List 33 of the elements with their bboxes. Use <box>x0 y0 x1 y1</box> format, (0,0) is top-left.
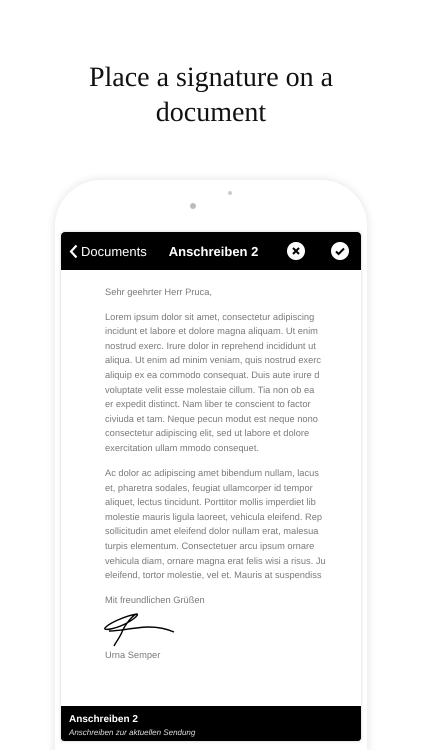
signature-drawing <box>104 613 175 647</box>
body-text-line: vehicula diam, ornare magna erat felis wisi a risus. Ju <box>105 554 327 568</box>
body-text-line: consectetur adipiscing elit, sed ut labore et dolore <box>105 427 310 440</box>
body-text-line: incidunt et labore et dolore magna aliquam. Ut enim <box>105 325 319 338</box>
closing-text: Mit freundlichen Grüßen <box>105 594 206 608</box>
card-title: Anschreiben 2 <box>69 713 139 727</box>
camera-dot <box>190 203 196 209</box>
body-text-line: Lorem ipsum dolor sit amet, consectetur adipiscing <box>105 310 316 324</box>
document-title: Anschreiben 2 <box>168 244 260 258</box>
body-text-line: voluptate velit esse molestaie cillum. Tia non ob ea <box>105 384 316 397</box>
body-text-line: civiuda et tam. Neque pecun modut est neque nono <box>105 412 319 426</box>
body-text-line: turpis elementum. Consectetuer arcu ipsum ornare <box>105 540 316 553</box>
body-text-line: aliquip ex ea commodo consequat. Duis aute irure d <box>105 368 320 382</box>
headline: Place a signature on a document <box>88 61 334 130</box>
body-text-line: Ac dolor ac adipiscing amet bibendum nullam, lacus <box>105 467 320 480</box>
sensor-dot <box>228 191 232 195</box>
signer-name: Urna Semper <box>105 648 162 662</box>
close-icon[interactable] <box>287 242 305 260</box>
body-text-line: nostrud exerc. Irure dolor in reprehend incididunt ut <box>105 340 317 353</box>
body-text-line: aliqua. Ut enim ad minim veniam, quis nostrud exerc <box>105 354 322 368</box>
body-text-line: sollicitudin amet eleifend dolor nullam erat, malesua <box>105 525 320 538</box>
salutation: Sehr geehrter Herr Pruca, <box>105 286 213 299</box>
body-text-line: molestie mauris ligula laoreet, vehicula eleifend. Rep <box>105 510 324 524</box>
document-card[interactable]: Anschreiben 2 Anschreiben zur aktuellen Sendung <box>61 706 361 741</box>
body-text-line: exercitation ullam mmodo consequet. <box>105 442 260 455</box>
card-subtitle: Anschreiben zur aktuellen Sendung <box>69 727 196 738</box>
body-text-line: aliquet, lectus tincidunt. Porttitor mollis imperdiet lib <box>105 496 317 510</box>
checkmark-icon[interactable] <box>331 242 349 260</box>
body-text-line: er expedit distinct. Nam liber te conscient to factor <box>105 398 312 412</box>
chevron-left-icon <box>69 244 78 258</box>
back-button[interactable]: Documents <box>69 244 147 258</box>
body-text-line: et, pharetra sodales, feugiat ullamcorper id tempor <box>105 482 314 495</box>
body-text-line: eleifend, tortor molestie, vel et. Mauris at suspendiss <box>105 569 323 582</box>
